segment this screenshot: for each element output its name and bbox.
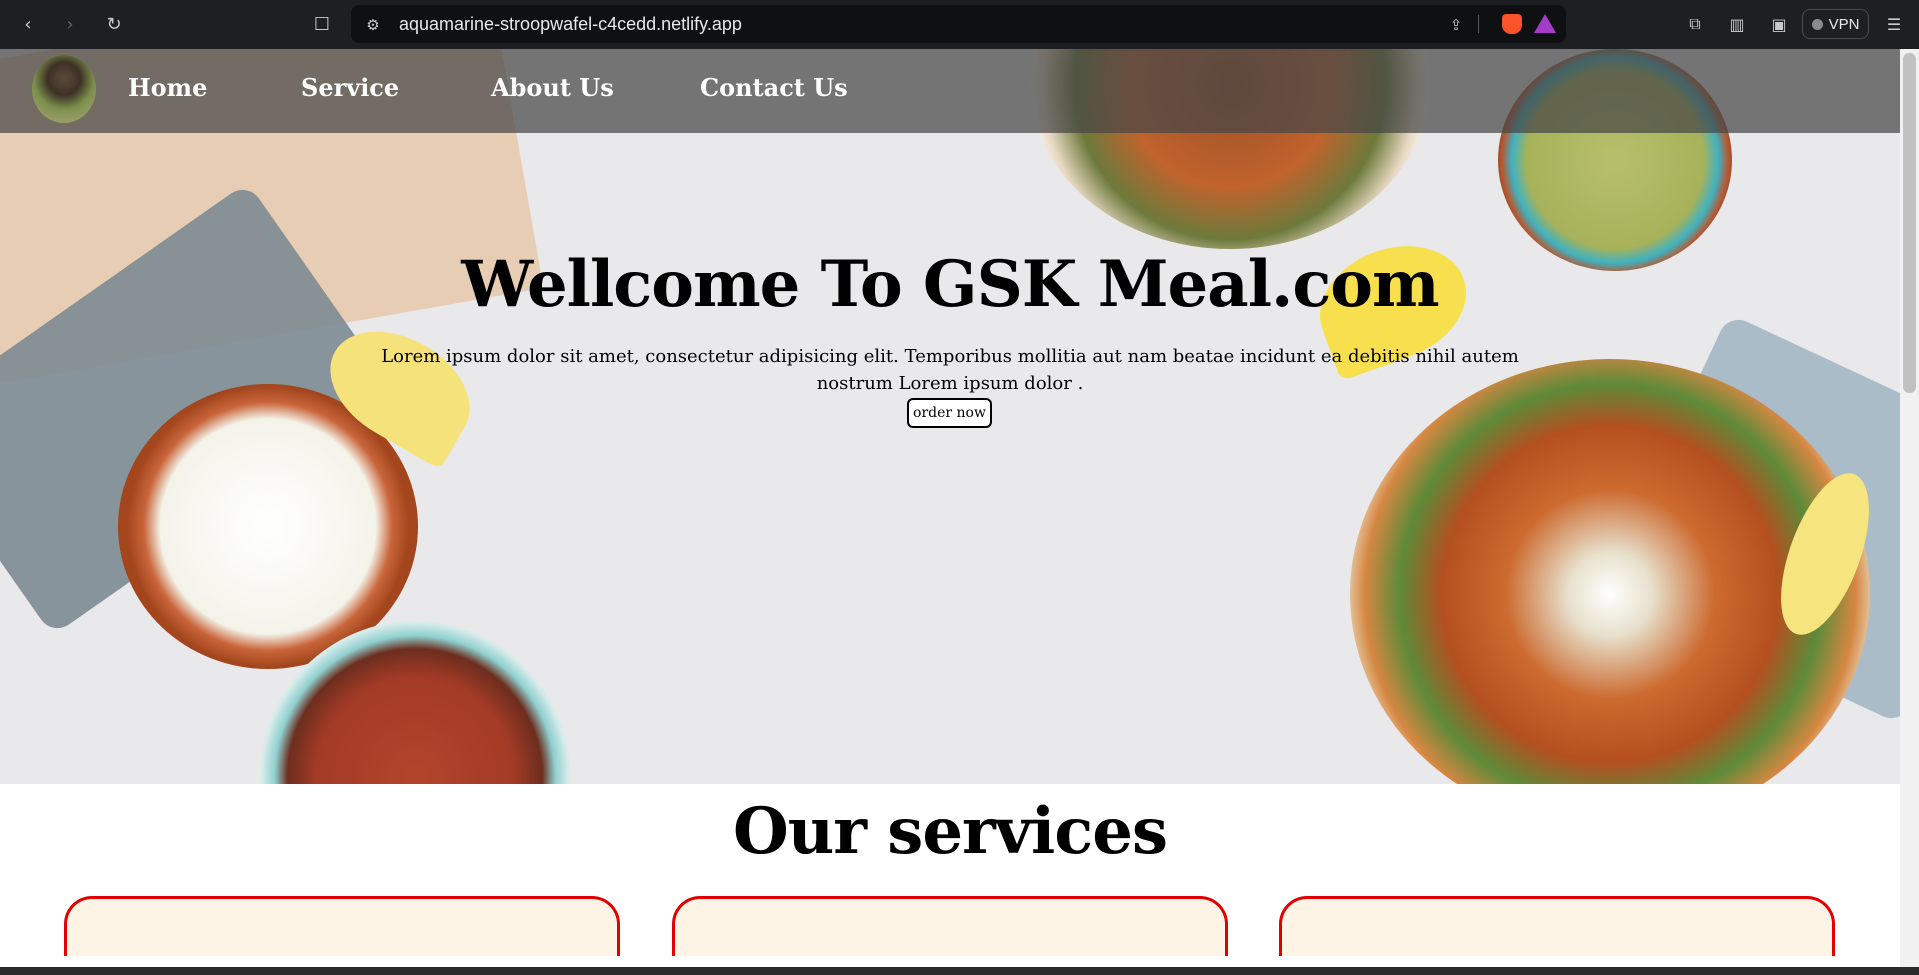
share-icon[interactable]: ⇪ — [1446, 15, 1466, 35]
vpn-button[interactable]: VPN — [1802, 9, 1869, 39]
sidebar-icon[interactable]: ▥ — [1725, 12, 1749, 36]
url-text: aquamarine-stroopwafel-c4cedd.netlify.ap… — [399, 14, 742, 34]
bookmark-icon[interactable]: ☐ — [308, 10, 336, 38]
hamburger-menu-icon[interactable]: ☰ — [1882, 12, 1906, 36]
extensions-icon[interactable]: ⧉ — [1683, 12, 1707, 36]
vpn-status-icon — [1811, 18, 1823, 30]
nav-link-about-us[interactable]: About Us — [491, 73, 614, 102]
hero-description: Lorem ipsum dolor sit amet, consectetur … — [381, 346, 1519, 394]
service-card[interactable] — [672, 896, 1228, 956]
address-bar[interactable]: ⚙ aquamarine-stroopwafel-c4cedd.netlify.… — [351, 5, 1566, 43]
forward-arrow-icon[interactable]: › — [56, 10, 84, 38]
service-card[interactable] — [64, 896, 620, 956]
services-heading: Our services — [733, 794, 1168, 869]
hero-section: Home Service About Us Contact Us Wellcom… — [0, 49, 1900, 784]
brave-shields-icon[interactable] — [1502, 14, 1522, 34]
window-bottom-edge — [0, 967, 1919, 975]
nav-link-service[interactable]: Service — [301, 73, 399, 102]
browser-toolbar: ‹ › ↻ ☐ ⚙ aquamarine-stroopwafel-c4cedd.… — [0, 0, 1919, 49]
site-navbar: Home Service About Us Contact Us — [0, 49, 1900, 133]
service-card[interactable] — [1279, 896, 1835, 956]
site-settings-icon[interactable]: ⚙ — [363, 15, 383, 35]
nav-link-home[interactable]: Home — [128, 73, 207, 102]
avatar[interactable] — [32, 55, 96, 123]
nav-link-contact-us[interactable]: Contact Us — [700, 73, 848, 102]
brave-rewards-icon[interactable] — [1534, 14, 1556, 33]
reload-icon[interactable]: ↻ — [100, 10, 128, 38]
wallet-icon[interactable]: ▣ — [1767, 12, 1791, 36]
web-page: Home Service About Us Contact Us Wellcom… — [0, 49, 1900, 971]
divider — [1478, 15, 1479, 33]
hero-title: Wellcome To GSK Meal.com — [461, 247, 1439, 322]
scrollbar-thumb[interactable] — [1903, 53, 1916, 393]
back-arrow-icon[interactable]: ‹ — [14, 10, 42, 38]
vpn-label: VPN — [1828, 15, 1860, 33]
order-now-button[interactable]: order now — [907, 398, 992, 428]
